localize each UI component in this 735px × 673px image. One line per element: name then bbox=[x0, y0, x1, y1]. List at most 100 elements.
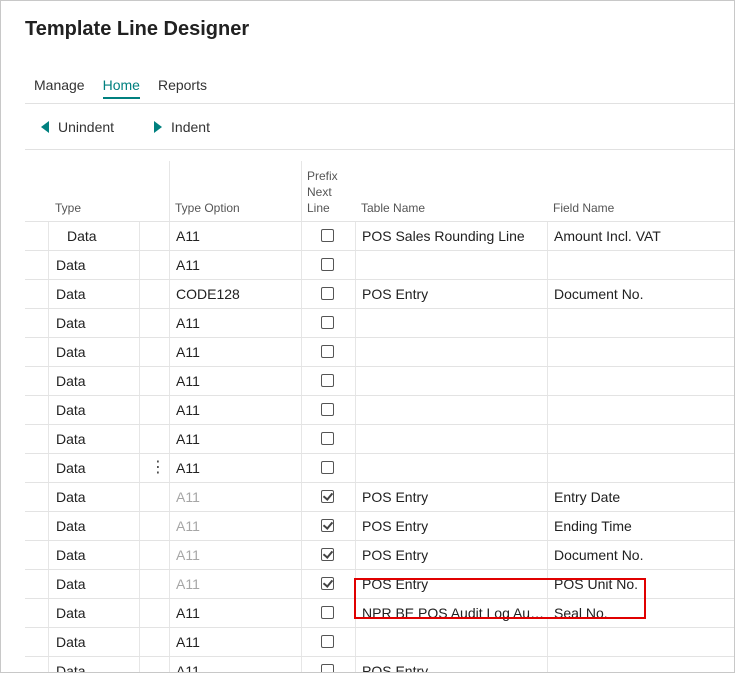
cell-table-name[interactable] bbox=[362, 454, 547, 482]
col-header-table-name[interactable]: Table Name bbox=[361, 201, 425, 215]
cell-type[interactable]: Data bbox=[56, 367, 86, 395]
table-row[interactable]: Data A11 POS Entry Document No. bbox=[25, 540, 734, 569]
cell-type-option[interactable]: A11 bbox=[176, 657, 200, 672]
cell-table-name[interactable]: NPR BE POS Audit Log Aux... bbox=[362, 599, 547, 627]
cell-type-option[interactable]: A11 bbox=[176, 541, 200, 569]
cell-type-option[interactable]: A11 bbox=[176, 338, 200, 366]
cell-type[interactable]: Data bbox=[56, 280, 86, 308]
cell-prefix-next-line[interactable] bbox=[321, 548, 334, 561]
table-row[interactable]: Data A11 POS Entry bbox=[25, 656, 734, 672]
table-row[interactable]: Data ⋮ A11 bbox=[25, 453, 734, 482]
cell-type[interactable]: Data bbox=[56, 251, 86, 279]
cell-prefix-next-line[interactable] bbox=[321, 606, 334, 619]
table-row[interactable]: Data A11 bbox=[25, 250, 734, 279]
cell-type[interactable]: Data bbox=[56, 309, 86, 337]
tab-home[interactable]: Home bbox=[102, 77, 140, 99]
checkbox[interactable] bbox=[321, 461, 334, 474]
cell-type[interactable]: Data bbox=[56, 396, 86, 424]
col-header-field-name[interactable]: Field Name bbox=[553, 201, 614, 215]
cell-type[interactable]: Data bbox=[56, 541, 86, 569]
cell-prefix-next-line[interactable] bbox=[321, 432, 334, 445]
table-row[interactable]: Data A11 POS Entry Ending Time bbox=[25, 511, 734, 540]
col-header-prefix-line2[interactable]: Next bbox=[307, 185, 332, 199]
cell-prefix-next-line[interactable] bbox=[321, 577, 334, 590]
cell-table-name[interactable]: POS Sales Rounding Line bbox=[362, 222, 547, 250]
cell-type-option[interactable]: A11 bbox=[176, 483, 200, 511]
cell-table-name[interactable] bbox=[362, 367, 547, 395]
col-header-prefix-line1[interactable]: Prefix bbox=[307, 169, 338, 183]
cell-table-name[interactable] bbox=[362, 425, 547, 453]
cell-type[interactable]: Data bbox=[56, 483, 86, 511]
checkbox[interactable] bbox=[321, 664, 334, 672]
cell-type-option[interactable]: A11 bbox=[176, 367, 200, 395]
cell-table-name[interactable] bbox=[362, 628, 547, 656]
cell-type[interactable]: Data bbox=[56, 454, 86, 482]
table-row[interactable]: Data A11 bbox=[25, 337, 734, 366]
cell-prefix-next-line[interactable] bbox=[321, 316, 334, 329]
cell-table-name[interactable] bbox=[362, 396, 547, 424]
cell-table-name[interactable]: POS Entry bbox=[362, 570, 547, 598]
cell-field-name[interactable]: Ending Time bbox=[554, 512, 632, 540]
cell-prefix-next-line[interactable] bbox=[321, 490, 334, 503]
indent-button[interactable]: Indent bbox=[154, 119, 210, 135]
tab-manage[interactable]: Manage bbox=[34, 77, 85, 99]
cell-type-option[interactable]: A11 bbox=[176, 570, 200, 598]
cell-prefix-next-line[interactable] bbox=[321, 345, 334, 358]
table-row[interactable]: Data A11 bbox=[25, 395, 734, 424]
table-row[interactable]: Data A11 POS Entry Entry Date bbox=[25, 482, 734, 511]
cell-type-option[interactable]: A11 bbox=[176, 309, 200, 337]
cell-type[interactable]: Data bbox=[56, 570, 86, 598]
col-header-prefix-line3[interactable]: Line bbox=[307, 201, 330, 215]
cell-table-name[interactable]: POS Entry bbox=[362, 541, 547, 569]
cell-table-name[interactable]: POS Entry bbox=[362, 657, 547, 672]
cell-prefix-next-line[interactable] bbox=[321, 664, 334, 672]
cell-field-name[interactable]: POS Unit No. bbox=[554, 570, 638, 598]
cell-type-option[interactable]: A11 bbox=[176, 454, 200, 482]
table-row[interactable]: Data CODE128 POS Entry Document No. bbox=[25, 279, 734, 308]
checkbox[interactable] bbox=[321, 635, 334, 648]
cell-prefix-next-line[interactable] bbox=[321, 461, 334, 474]
table-row[interactable]: Data A11 POS Entry POS Unit No. bbox=[25, 569, 734, 598]
cell-type-option[interactable]: A11 bbox=[176, 251, 200, 279]
tab-reports[interactable]: Reports bbox=[158, 77, 207, 99]
cell-table-name[interactable] bbox=[362, 251, 547, 279]
checkbox[interactable] bbox=[321, 548, 334, 561]
cell-type[interactable]: Data bbox=[56, 628, 86, 656]
cell-prefix-next-line[interactable] bbox=[321, 403, 334, 416]
checkbox[interactable] bbox=[321, 258, 334, 271]
cell-table-name[interactable]: POS Entry bbox=[362, 483, 547, 511]
cell-table-name[interactable] bbox=[362, 338, 547, 366]
cell-table-name[interactable]: POS Entry bbox=[362, 280, 547, 308]
cell-type-option[interactable]: A11 bbox=[176, 599, 200, 627]
cell-type[interactable]: Data bbox=[56, 425, 86, 453]
cell-field-name[interactable]: Amount Incl. VAT bbox=[554, 222, 661, 250]
table-row[interactable]: Data A11 bbox=[25, 308, 734, 337]
cell-type[interactable]: Data bbox=[56, 657, 86, 672]
table-row[interactable]: Data A11 POS Sales Rounding Line Amount Inc… bbox=[25, 221, 734, 250]
cell-prefix-next-line[interactable] bbox=[321, 374, 334, 387]
checkbox[interactable] bbox=[321, 432, 334, 445]
cell-type-option[interactable]: A11 bbox=[176, 425, 200, 453]
cell-field-name[interactable]: Document No. bbox=[554, 280, 643, 308]
cell-field-name[interactable]: Document No. bbox=[554, 541, 643, 569]
col-header-type-option[interactable]: Type Option bbox=[175, 201, 240, 215]
checkbox[interactable] bbox=[321, 606, 334, 619]
cell-table-name[interactable]: POS Entry bbox=[362, 512, 547, 540]
cell-prefix-next-line[interactable] bbox=[321, 258, 334, 271]
table-row[interactable]: Data A11 NPR BE POS Audit Log Aux... Seal N… bbox=[25, 598, 734, 627]
checkbox[interactable] bbox=[321, 229, 334, 242]
cell-type-option[interactable]: A11 bbox=[176, 512, 200, 540]
cell-prefix-next-line[interactable] bbox=[321, 635, 334, 648]
checkbox[interactable] bbox=[321, 316, 334, 329]
cell-type[interactable]: Data bbox=[67, 222, 97, 250]
checkbox[interactable] bbox=[321, 374, 334, 387]
col-header-type[interactable]: Type bbox=[55, 201, 81, 215]
table-row[interactable]: Data A11 bbox=[25, 366, 734, 395]
table-row[interactable]: Data A11 bbox=[25, 627, 734, 656]
checkbox[interactable] bbox=[321, 403, 334, 416]
row-menu-icon[interactable]: ⋮ bbox=[150, 454, 160, 482]
cell-prefix-next-line[interactable] bbox=[321, 287, 334, 300]
cell-type-option[interactable]: A11 bbox=[176, 396, 200, 424]
checkbox[interactable] bbox=[321, 345, 334, 358]
checkbox[interactable] bbox=[321, 577, 334, 590]
